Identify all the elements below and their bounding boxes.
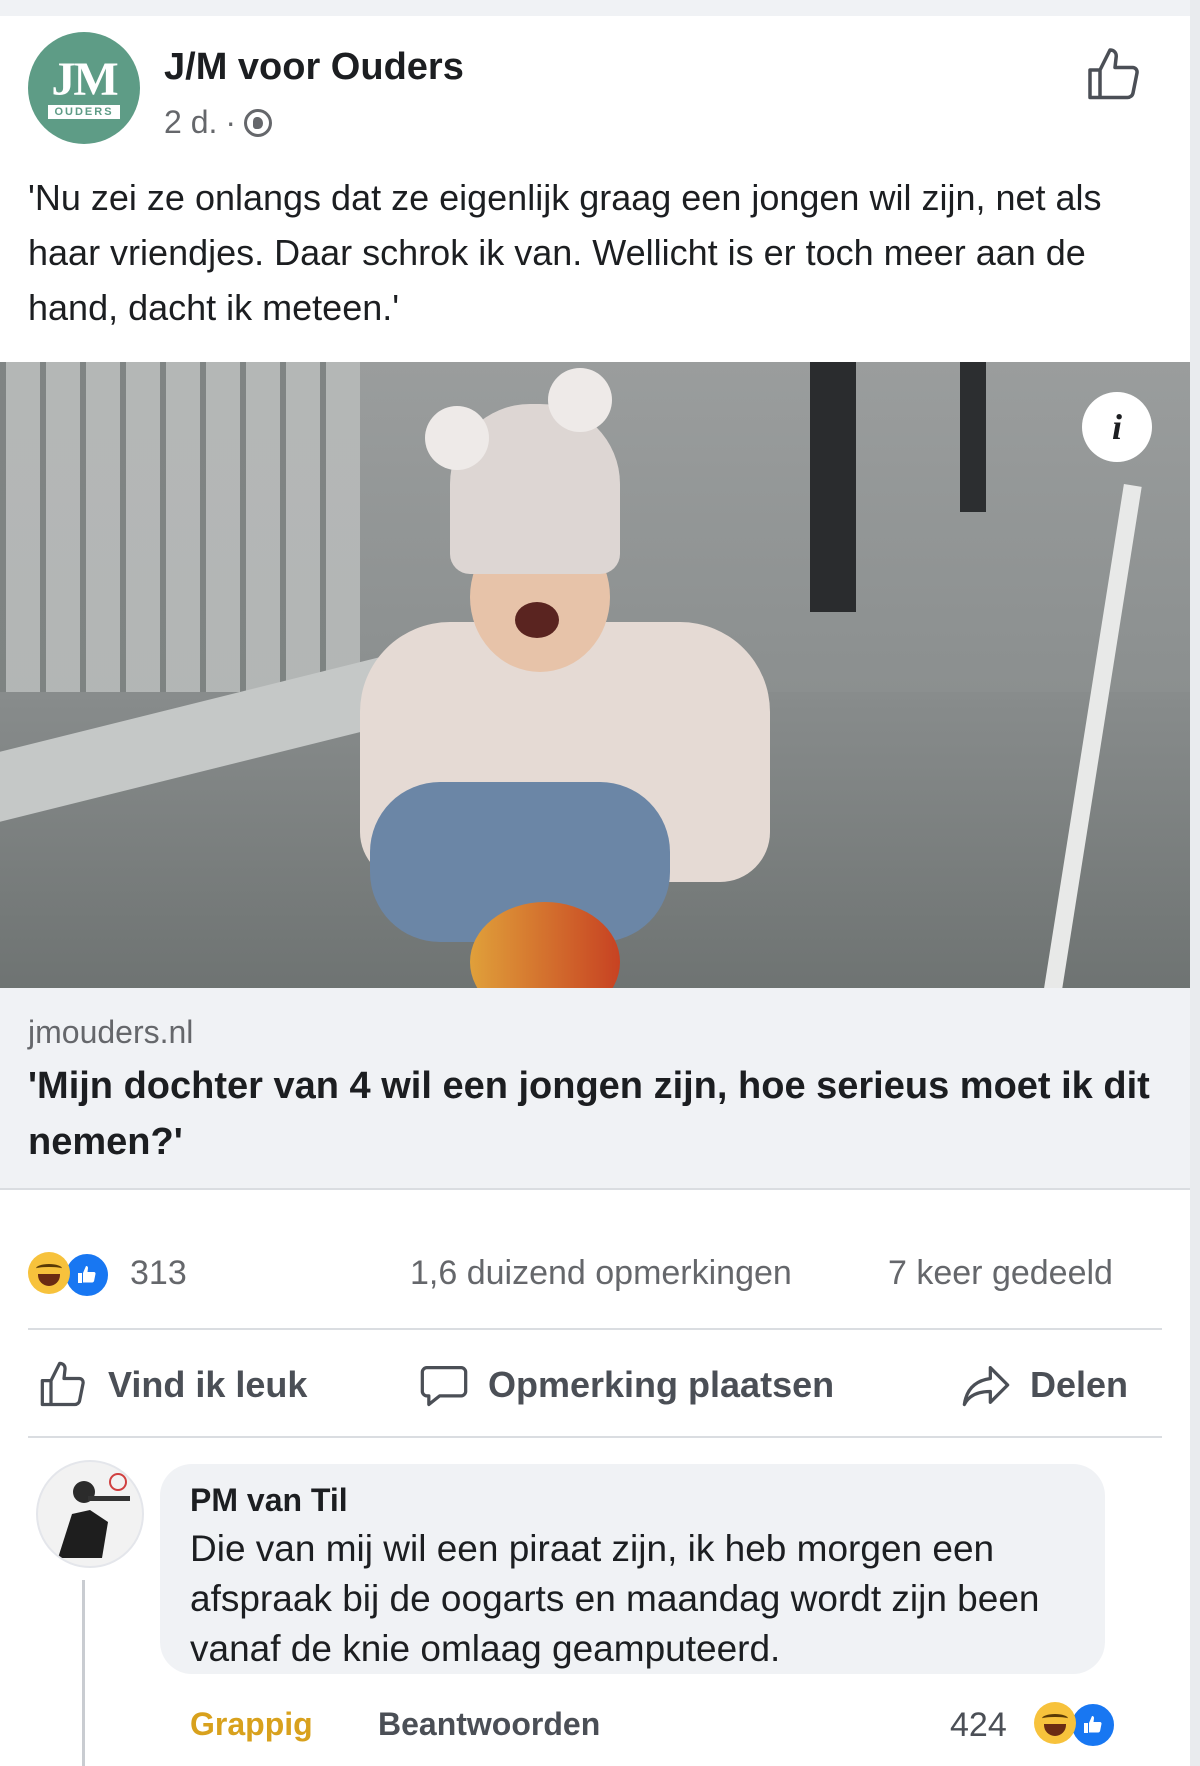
thumbs-up-icon bbox=[40, 1361, 85, 1407]
reaction-icons[interactable] bbox=[28, 1252, 110, 1298]
share-icon bbox=[962, 1366, 1010, 1407]
meta-separator: · bbox=[225, 104, 237, 140]
post-time[interactable]: 2 d. bbox=[164, 104, 217, 141]
hat-pompom bbox=[548, 368, 612, 432]
reply-button[interactable]: Beantwoorden bbox=[378, 1706, 600, 1743]
avatar-logo-subtext: OUDERS bbox=[48, 105, 120, 119]
reactions-count[interactable]: 313 bbox=[130, 1254, 187, 1293]
thread-line bbox=[82, 1580, 85, 1766]
globe-icon bbox=[244, 108, 273, 137]
avatar-logo-text: JM bbox=[51, 53, 118, 106]
shares-count[interactable]: 7 keer gedeeld bbox=[888, 1254, 1113, 1293]
post-text: 'Nu zei ze onlangs dat ze eigenlijk graa… bbox=[28, 177, 1102, 328]
top-strip bbox=[0, 0, 1200, 16]
girl-mouth bbox=[515, 602, 559, 638]
comment-reaction-icons[interactable] bbox=[1034, 1702, 1116, 1748]
like-reaction-icon bbox=[1070, 1702, 1116, 1748]
like-label: Vind ik leuk bbox=[108, 1364, 308, 1405]
comment-author[interactable]: PM van Til bbox=[190, 1482, 348, 1519]
pole bbox=[810, 362, 856, 612]
link-domain: jmouders.nl bbox=[28, 1014, 194, 1050]
hat-pompom bbox=[425, 406, 489, 470]
info-icon[interactable]: i bbox=[1082, 392, 1152, 462]
link-title[interactable]: 'Mijn dochter van 4 wil een jongen zijn,… bbox=[28, 1058, 1168, 1170]
comment-button[interactable]: Opmerking plaatsen bbox=[418, 1350, 834, 1420]
grappig-reaction-button[interactable]: Grappig bbox=[190, 1706, 313, 1743]
divider bbox=[28, 1328, 1162, 1330]
like-button[interactable]: Vind ik leuk bbox=[38, 1350, 307, 1420]
comment-reactions-count[interactable]: 424 bbox=[950, 1706, 1007, 1745]
divider bbox=[28, 1436, 1162, 1438]
page-avatar[interactable]: JM OUDERS bbox=[28, 32, 140, 144]
share-button[interactable]: Delen bbox=[960, 1350, 1128, 1420]
comment-avatar[interactable] bbox=[36, 1460, 144, 1568]
comment-label: Opmerking plaatsen bbox=[488, 1364, 835, 1405]
comment-icon bbox=[420, 1366, 468, 1407]
page-name[interactable]: J/M voor Ouders bbox=[164, 46, 464, 89]
thumbs-up-icon[interactable] bbox=[1085, 45, 1145, 105]
post-image[interactable]: i bbox=[0, 362, 1190, 988]
pole bbox=[960, 362, 986, 512]
like-reaction-icon bbox=[64, 1252, 110, 1298]
share-label: Delen bbox=[1030, 1364, 1129, 1405]
comments-count[interactable]: 1,6 duizend opmerkingen bbox=[410, 1254, 792, 1293]
haha-reaction-icon bbox=[28, 1252, 70, 1294]
haha-reaction-icon bbox=[1034, 1702, 1076, 1744]
right-edge bbox=[1190, 0, 1200, 1766]
person-figure-icon bbox=[58, 1473, 130, 1558]
comment-text: Die van mij wil een piraat zijn, ik heb … bbox=[190, 1528, 1040, 1669]
post-meta: 2 d. · bbox=[164, 104, 273, 141]
